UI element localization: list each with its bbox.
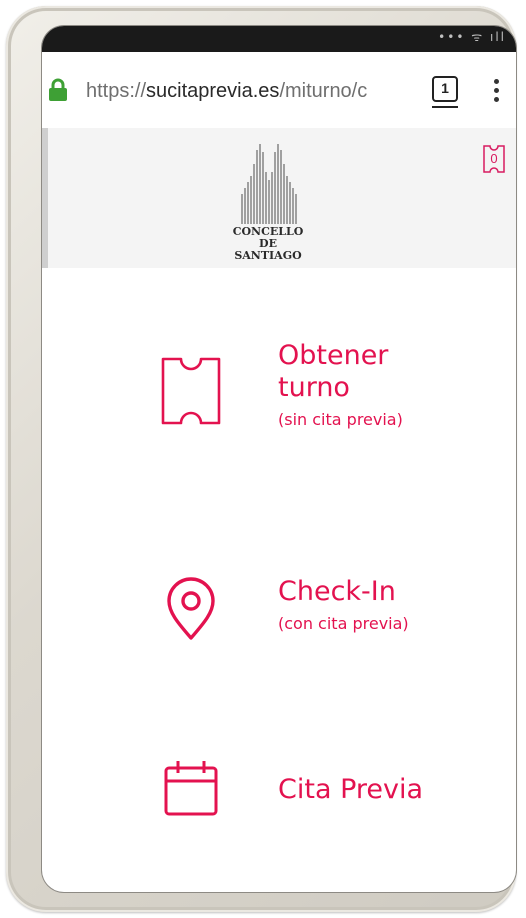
url-path: /miturno/c [279,80,368,102]
ticket-counter-badge[interactable]: 0 [482,144,506,174]
cita-previa-option[interactable]: Cita Previa [42,750,516,830]
lock-icon [49,78,67,101]
concello-logo[interactable]: CONCELLO DE SANTIAGO [228,142,308,262]
obtener-turno-subtitle: (sin cita previa) [278,410,403,429]
url-fade [386,80,416,106]
ticket-icon [161,357,221,425]
phone-screen: ••• ᯤ ıll https://sucitaprevia.es/miturn… [42,26,516,892]
ticket-count: 0 [490,151,498,166]
overflow-menu-icon[interactable] [494,79,500,103]
url-scheme: https:// [86,80,147,102]
site-header: CONCELLO DE SANTIAGO [42,128,516,268]
browser-address-bar: https://sucitaprevia.es/miturno/c 1 [42,52,516,122]
url-domain: sucitaprevia.es [146,80,280,102]
status-bar: ••• ᯤ ıll [42,26,516,52]
obtener-turno-option[interactable]: Obtener turno (sin cita previa) [42,326,516,466]
calendar-icon [164,761,218,816]
check-in-option[interactable]: Check-In (con cita previa) [42,562,516,662]
cathedral-logo-icon [241,144,297,224]
logo-text: CONCELLO DE SANTIAGO [232,225,304,262]
check-in-title: Check-In [278,576,396,607]
status-icons: ••• ᯤ ıll [438,30,506,44]
location-pin-icon [167,577,215,640]
url-field[interactable]: https://sucitaprevia.es/miturno/c [86,80,416,106]
tab-switcher-underline [432,106,458,108]
cita-previa-title: Cita Previa [278,774,424,805]
obtener-turno-title: Obtener turno [278,340,389,403]
tab-switcher-button[interactable]: 1 [432,76,458,102]
check-in-subtitle: (con cita previa) [278,614,409,633]
